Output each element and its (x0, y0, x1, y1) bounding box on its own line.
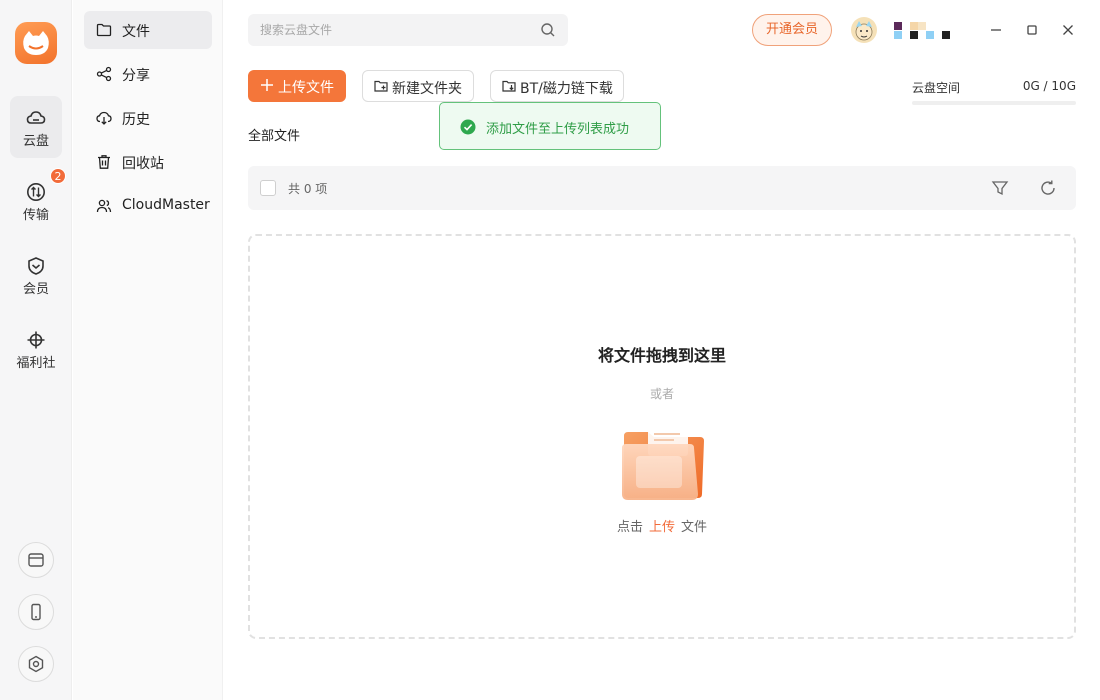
cloud-icon (26, 111, 46, 124)
nav-item-history[interactable]: 历史 (84, 99, 212, 137)
users-icon (96, 199, 112, 213)
plus-icon (261, 79, 273, 91)
mobile-app-button[interactable] (18, 594, 54, 630)
folder-illustration-icon (622, 426, 704, 500)
nav-item-label: 历史 (122, 112, 150, 128)
dropzone-title: 将文件拖拽到这里 (597, 346, 726, 365)
browser-window-icon (28, 553, 44, 567)
new-folder-icon (374, 80, 388, 92)
share-icon (96, 66, 112, 82)
avatar[interactable] (851, 17, 877, 43)
transfer-count-badge: 2 (50, 168, 66, 184)
rail-item-welfare[interactable]: 福利社 (10, 318, 62, 380)
nav-item-label: 回收站 (122, 156, 164, 172)
app-logo (15, 22, 57, 64)
dropzone-or: 或者 (649, 387, 674, 401)
close-button[interactable] (1058, 20, 1078, 40)
storage-label: 云盘空间 (912, 81, 961, 95)
bt-magnet-download-button[interactable]: BT/磁力链下载 (490, 70, 624, 102)
rail-item-label: 云盘 (22, 134, 49, 149)
storage-value: 0G / 10G (1022, 79, 1076, 93)
new-folder-label: 新建文件夹 (392, 81, 462, 97)
rail-item-label: 传输 (22, 208, 49, 223)
check-circle-icon (460, 119, 476, 135)
nav-item-label: 文件 (122, 24, 150, 40)
toast-message: 添加文件至上传列表成功 (486, 122, 630, 137)
nav-item-files[interactable]: 文件 (84, 11, 212, 49)
maximize-icon (1027, 25, 1037, 35)
dropzone-click-hint: 点击 上传 文件 (250, 516, 1074, 535)
nav-item-label: 分享 (122, 68, 150, 84)
rail-item-cloud[interactable]: 云盘 (10, 96, 62, 158)
item-count: 共 0 项 (288, 182, 328, 196)
app-window: 云盘 2 传输 会员 福利社 文件 分享 历史 回收站 CloudMaster … (0, 0, 1100, 700)
folder-icon (96, 23, 112, 37)
bt-magnet-download-label: BT/磁力链下载 (520, 81, 613, 97)
upload-file-label: 上传文件 (278, 80, 334, 96)
filter-icon[interactable] (991, 179, 1009, 197)
click-prefix: 点击 (616, 520, 643, 535)
search-icon[interactable] (540, 22, 556, 38)
search-box (248, 14, 568, 46)
nav-item-label: CloudMaster (122, 197, 210, 213)
select-all-checkbox[interactable] (260, 180, 276, 196)
success-toast: 添加文件至上传列表成功 (439, 102, 661, 150)
open-vip-button[interactable]: 开通会员 (752, 14, 832, 46)
compass-icon (27, 331, 45, 349)
upload-link[interactable]: 上传 (649, 520, 675, 535)
left-rail: 云盘 2 传输 会员 福利社 (0, 0, 72, 700)
close-icon (1063, 25, 1073, 35)
rail-item-vip[interactable]: 会员 (10, 244, 62, 306)
transfer-icon (27, 183, 45, 201)
nav-item-trash[interactable]: 回收站 (84, 143, 212, 181)
maximize-button[interactable] (1022, 20, 1042, 40)
drop-zone[interactable]: 将文件拖拽到这里 或者 点击 上传 文件 (248, 234, 1076, 639)
rail-item-transfer[interactable]: 2 传输 (10, 168, 66, 232)
minimize-icon (991, 29, 1001, 31)
search-input[interactable] (260, 21, 530, 39)
rail-item-label: 福利社 (16, 356, 56, 371)
file-list-header: 共 0 项 (248, 166, 1076, 210)
nav-item-cloudmaster[interactable]: CloudMaster (84, 187, 212, 225)
settings-icon (28, 655, 44, 673)
storage-progress-bar (912, 101, 1076, 105)
minimize-button[interactable] (986, 20, 1006, 40)
history-download-icon (96, 111, 112, 125)
nav-item-share[interactable]: 分享 (84, 55, 212, 93)
rail-item-label: 会员 (22, 282, 49, 297)
download-folder-icon (502, 80, 516, 92)
settings-button[interactable] (18, 646, 54, 682)
upload-file-button[interactable]: 上传文件 (248, 70, 346, 102)
phone-icon (31, 603, 41, 621)
refresh-icon[interactable] (1039, 179, 1057, 197)
shield-icon (28, 257, 44, 275)
click-suffix: 文件 (681, 520, 708, 535)
breadcrumb[interactable]: 全部文件 (248, 125, 300, 144)
trash-icon (98, 155, 110, 169)
browser-window-button[interactable] (18, 542, 54, 578)
new-folder-button[interactable]: 新建文件夹 (362, 70, 474, 102)
nav-panel: 文件 分享 历史 回收站 CloudMaster (73, 0, 223, 700)
